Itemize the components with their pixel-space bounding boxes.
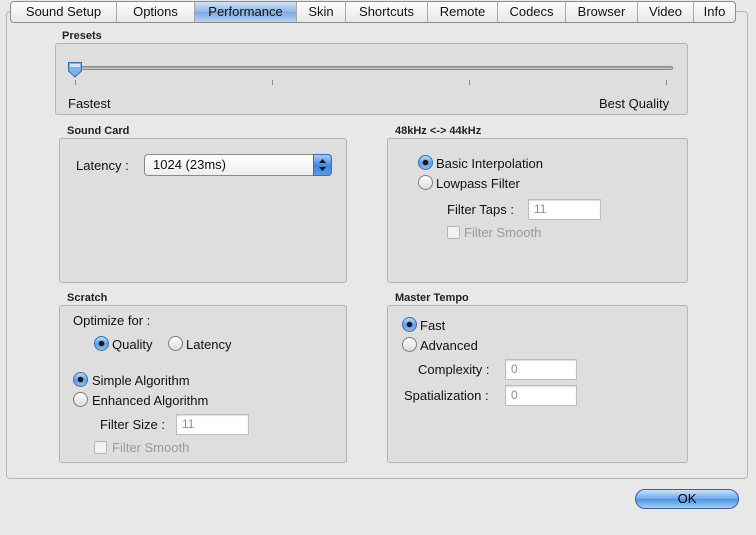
latency-select[interactable]: 1024 (23ms) (144, 154, 332, 176)
tab-skin[interactable]: Skin (297, 2, 346, 22)
complexity-label: Complexity : (418, 362, 490, 377)
lowpass-filter-radio[interactable] (418, 175, 433, 190)
enhanced-algorithm-label: Enhanced Algorithm (92, 393, 209, 408)
tab-bar: Sound Setup Options Performance Skin Sho… (10, 1, 736, 23)
presets-max-label: Best Quality (599, 96, 670, 111)
optimize-latency-radio[interactable] (168, 336, 183, 351)
spatialization-input[interactable]: 0 (505, 385, 577, 406)
basic-interpolation-label: Basic Interpolation (436, 156, 543, 171)
slider-tick (666, 80, 667, 85)
tab-performance[interactable]: Performance (195, 2, 297, 22)
enhanced-algorithm-radio[interactable] (73, 392, 88, 407)
latency-label: Latency : (76, 158, 129, 173)
presets-group (55, 43, 688, 115)
tab-codecs[interactable]: Codecs (498, 2, 566, 22)
sound-card-title: Sound Card (67, 125, 130, 137)
filter-size-label: Filter Size : (100, 417, 166, 432)
tab-info[interactable]: Info (694, 2, 735, 22)
optimize-quality-radio[interactable] (94, 336, 109, 351)
slider-tick (75, 80, 76, 85)
latency-select-value: 1024 (23ms) (153, 157, 226, 172)
presets-slider-thumb[interactable] (67, 61, 83, 78)
tab-remote[interactable]: Remote (428, 2, 498, 22)
ok-button[interactable]: OK (635, 489, 739, 509)
tab-browser[interactable]: Browser (566, 2, 638, 22)
slider-tick (272, 80, 273, 85)
simple-algorithm-radio[interactable] (73, 372, 88, 387)
tempo-fast-radio[interactable] (402, 317, 417, 332)
lowpass-filter-label: Lowpass Filter (436, 176, 520, 191)
optimize-for-label: Optimize for : (73, 313, 151, 328)
basic-interpolation-radio[interactable] (418, 155, 433, 170)
filter-smooth-label: Filter Smooth (464, 225, 542, 240)
presets-min-label: Fastest (68, 96, 111, 111)
tempo-advanced-label: Advanced (420, 338, 478, 353)
complexity-input[interactable]: 0 (505, 359, 577, 380)
tab-sound-setup[interactable]: Sound Setup (11, 2, 117, 22)
presets-slider-track[interactable] (73, 66, 673, 70)
optimize-latency-label: Latency (186, 337, 232, 352)
tab-shortcuts[interactable]: Shortcuts (346, 2, 428, 22)
filter-taps-label: Filter Taps : (447, 202, 514, 217)
scratch-filter-smooth-checkbox[interactable] (94, 441, 107, 454)
simple-algorithm-label: Simple Algorithm (92, 373, 190, 388)
slider-tick (469, 80, 470, 85)
optimize-quality-label: Quality (112, 337, 153, 352)
filter-taps-input[interactable]: 11 (528, 199, 601, 220)
master-tempo-title: Master Tempo (395, 292, 469, 304)
select-arrows-icon (313, 154, 332, 176)
scratch-title: Scratch (67, 292, 108, 304)
tab-options[interactable]: Options (117, 2, 195, 22)
presets-title: Presets (62, 30, 102, 42)
tempo-advanced-radio[interactable] (402, 337, 417, 352)
filter-smooth-checkbox[interactable] (447, 226, 460, 239)
filter-size-input[interactable]: 11 (176, 414, 249, 435)
resample-title: 48kHz <-> 44kHz (395, 125, 482, 137)
scratch-filter-smooth-label: Filter Smooth (112, 440, 190, 455)
spatialization-label: Spatialization : (404, 388, 489, 403)
tab-video[interactable]: Video (638, 2, 694, 22)
tempo-fast-label: Fast (420, 318, 446, 333)
